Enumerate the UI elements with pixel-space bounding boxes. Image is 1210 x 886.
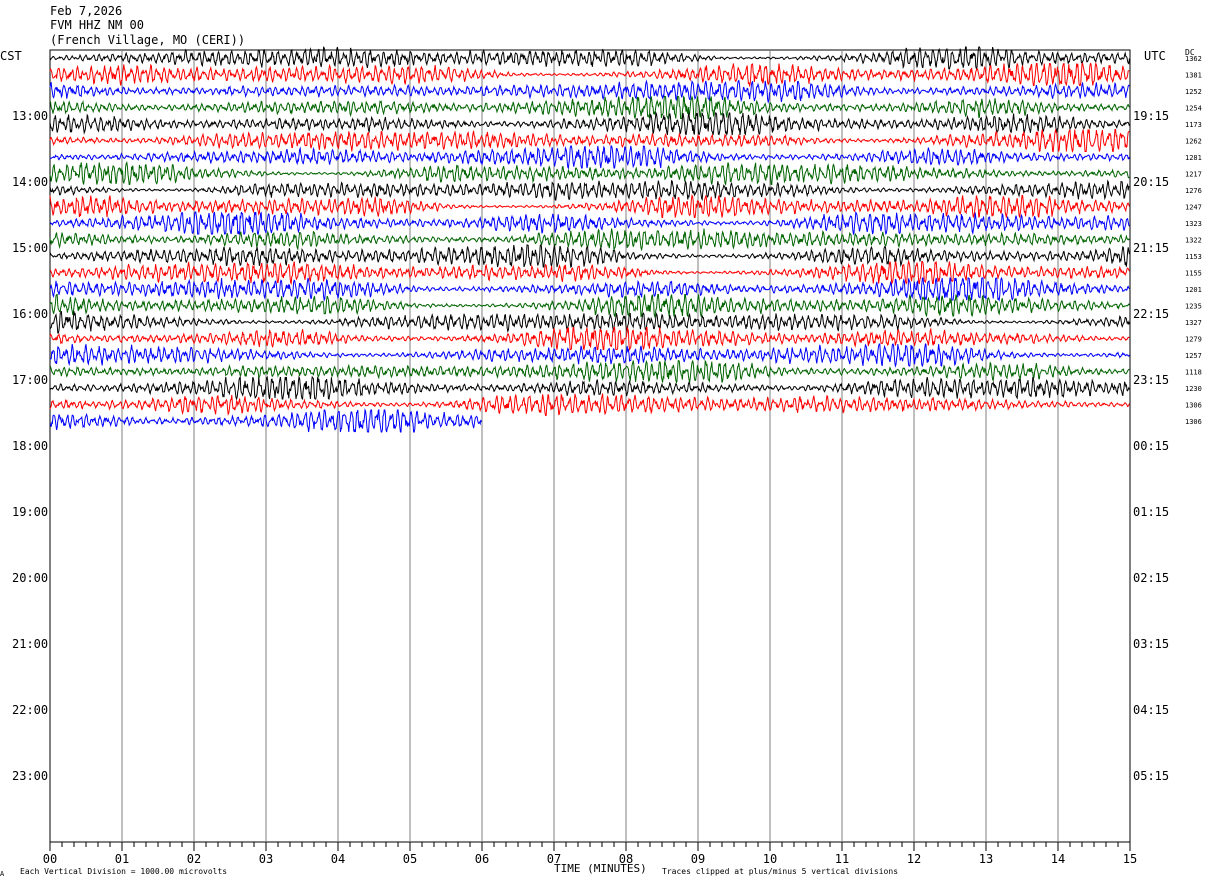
seismic-trace	[49, 342, 1130, 368]
cst-hour-label: 22:00	[12, 703, 48, 717]
dc-offset-label: 1201	[1185, 286, 1202, 294]
dc-offset-label: 1217	[1185, 171, 1202, 179]
left-timezone-label: CST	[0, 49, 22, 63]
utc-hour-label: 05:15	[1133, 769, 1169, 783]
cst-hour-label: 21:00	[12, 637, 48, 651]
cst-hour-label: 13:00	[12, 109, 48, 123]
utc-hour-label: 19:15	[1133, 109, 1169, 123]
seismic-trace	[49, 228, 1130, 252]
x-tick-label: 04	[331, 852, 345, 866]
x-tick-label: 12	[907, 852, 921, 866]
cst-hour-label: 15:00	[12, 241, 48, 255]
utc-hour-label: 03:15	[1133, 637, 1169, 651]
x-tick-label: 02	[187, 852, 201, 866]
utc-hour-label: 20:15	[1133, 175, 1169, 189]
dc-offset-label: 1155	[1185, 270, 1202, 278]
x-tick-label: 03	[259, 852, 273, 866]
seismic-trace	[49, 79, 1130, 104]
dc-offset-label: 1252	[1185, 88, 1202, 96]
cst-hour-label: 20:00	[12, 571, 48, 585]
cst-hour-label: 14:00	[12, 175, 48, 189]
x-tick-label: 09	[691, 852, 705, 866]
helicorder-plot: 00 01 02 03 04 05 06 07 08 09 10 11 12 13 14 1513:0014:…	[12, 46, 1202, 866]
seismic-trace	[49, 276, 1130, 302]
dc-offset-label: 1323	[1185, 220, 1202, 228]
station-code: FVM HHZ NM 00	[50, 18, 144, 32]
seismic-trace	[49, 211, 1130, 236]
seismic-trace	[49, 310, 1130, 334]
dc-offset-label: 1262	[1185, 138, 1202, 146]
x-tick-label: 05	[403, 852, 417, 866]
vertical-division-note: Each Vertical Division = 1000.00 microvo…	[20, 867, 228, 876]
dc-offset-label: 1257	[1185, 352, 1202, 360]
x-tick-label: 15	[1123, 852, 1137, 866]
seismic-trace	[49, 95, 1130, 120]
utc-hour-label: 22:15	[1133, 307, 1169, 321]
cst-hour-label: 23:00	[12, 769, 48, 783]
clip-note: Traces clipped at plus/minus 5 vertical …	[662, 867, 899, 876]
dc-offset-label: 1327	[1185, 319, 1202, 327]
utc-hour-label: 02:15	[1133, 571, 1169, 585]
dc-offset-label: 1306	[1185, 402, 1202, 410]
cst-hour-label: 17:00	[12, 373, 48, 387]
dc-offset-label: 1235	[1185, 303, 1202, 311]
seismic-trace	[49, 61, 1130, 88]
seismic-trace	[49, 179, 1130, 201]
seismic-trace	[49, 145, 1130, 170]
seismic-trace	[49, 128, 1130, 154]
x-tick-label: 10	[763, 852, 777, 866]
dc-offset-label: 1381	[1185, 72, 1202, 80]
dc-offset-label: 1118	[1185, 369, 1202, 377]
dc-offset-label: 1279	[1185, 336, 1202, 344]
seismic-trace	[49, 359, 1130, 385]
seismic-trace	[49, 111, 1130, 137]
cst-hour-label: 19:00	[12, 505, 48, 519]
dc-offset-label: 1230	[1185, 385, 1202, 393]
dc-offset-label: 1276	[1185, 187, 1202, 195]
x-tick-label: 13	[979, 852, 993, 866]
utc-hour-label: 23:15	[1133, 373, 1169, 387]
x-tick-label: 11	[835, 852, 849, 866]
dc-offset-label: 1247	[1185, 204, 1202, 212]
seismic-trace	[49, 325, 1130, 352]
dc-header-label: DC	[1185, 48, 1195, 57]
x-tick-label: 14	[1051, 852, 1065, 866]
dc-offset-label: 1281	[1185, 154, 1202, 162]
seismic-trace	[49, 244, 1130, 268]
x-axis-label: TIME (MINUTES)	[554, 862, 647, 875]
right-timezone-label: UTC	[1144, 49, 1166, 63]
dc-offset-label: 1254	[1185, 105, 1202, 113]
utc-hour-label: 21:15	[1133, 241, 1169, 255]
dc-offset-label: 1153	[1185, 253, 1202, 261]
seismic-trace	[49, 393, 1130, 417]
utc-hour-label: 01:15	[1133, 505, 1169, 519]
x-tick-label: 06	[475, 852, 489, 866]
utc-hour-label: 04:15	[1133, 703, 1169, 717]
corner-mark: A	[0, 870, 5, 878]
station-location: (French Village, MO (CERI))	[50, 33, 246, 47]
cst-hour-label: 18:00	[12, 439, 48, 453]
utc-hour-label: 00:15	[1133, 439, 1169, 453]
x-tick-label: 00	[43, 852, 57, 866]
seismic-trace	[49, 160, 1130, 187]
dc-offset-label: 1322	[1185, 237, 1202, 245]
seismic-trace	[49, 193, 1130, 219]
dc-offset-label: 1306	[1185, 418, 1202, 426]
dc-offset-label: 1173	[1185, 121, 1202, 129]
cst-hour-label: 16:00	[12, 307, 48, 321]
plot-date: Feb 7,2026	[50, 4, 123, 18]
x-tick-label: 01	[115, 852, 129, 866]
